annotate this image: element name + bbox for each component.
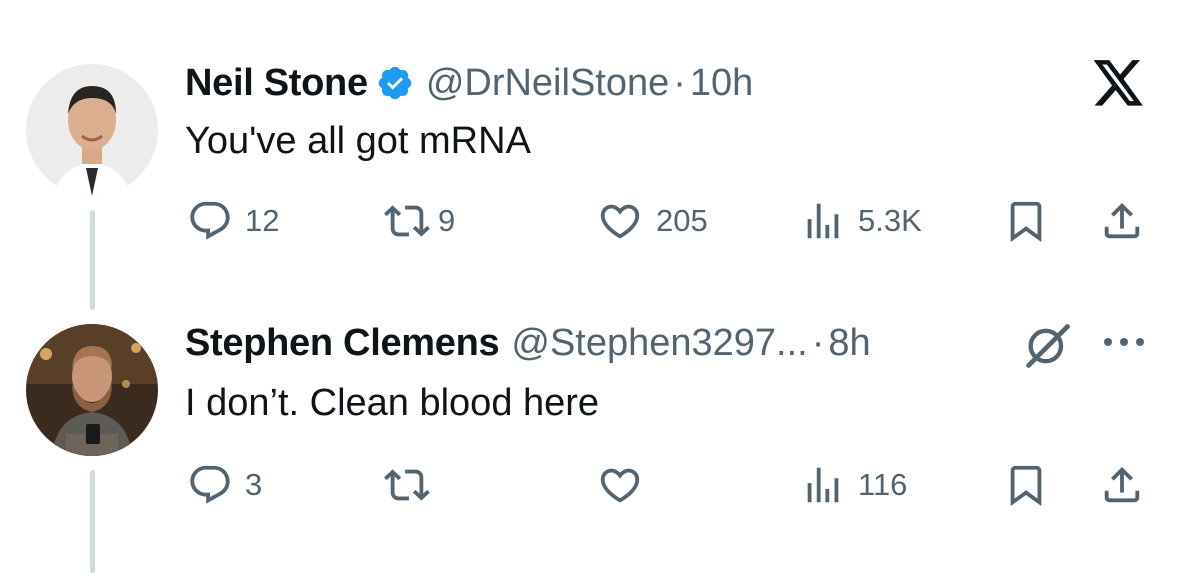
views-button[interactable]: 5.3K [800, 196, 922, 246]
verified-badge-icon [376, 64, 414, 102]
reply-button[interactable]: 3 [187, 460, 262, 510]
views-chart-icon [800, 462, 846, 508]
x-logo-icon[interactable] [1093, 60, 1145, 113]
reply-icon [187, 462, 233, 508]
avatar-stephen-clemens[interactable] [26, 324, 158, 456]
views-chart-icon [800, 198, 846, 244]
tweet-text: I don’t. Clean blood here [185, 382, 600, 424]
timestamp[interactable]: 8h [828, 322, 870, 365]
grok-icon[interactable] [1022, 320, 1074, 377]
repost-icon [382, 462, 432, 508]
repost-icon [382, 198, 432, 244]
share-icon [1099, 462, 1145, 508]
share-button[interactable] [1099, 460, 1145, 510]
separator-dot: · [811, 321, 825, 364]
repost-button[interactable] [382, 460, 432, 510]
bookmark-icon [1003, 462, 1049, 508]
heart-icon [596, 462, 644, 508]
bookmark-icon [1003, 198, 1049, 244]
handle[interactable]: @DrNeilStone [426, 62, 669, 105]
repost-count: 9 [438, 203, 456, 238]
heart-icon [596, 198, 644, 244]
thread-line [90, 470, 95, 573]
share-button[interactable] [1099, 196, 1145, 246]
more-icon[interactable] [1100, 330, 1148, 359]
display-name[interactable]: Stephen Clemens [185, 322, 500, 365]
share-icon [1099, 198, 1145, 244]
like-count: 205 [656, 203, 708, 238]
reply-count: 3 [245, 467, 263, 502]
reply-icon [187, 198, 233, 244]
reply-button[interactable]: 12 [187, 196, 279, 246]
views-count: 116 [858, 467, 908, 502]
tweet-text: You've all got mRNA [185, 120, 531, 162]
thread-line [90, 210, 95, 310]
bookmark-button[interactable] [1003, 460, 1049, 510]
views-count: 5.3K [858, 203, 922, 238]
timestamp[interactable]: 10h [690, 62, 753, 105]
tweet-header: Stephen Clemens @Stephen3297... · 8h [185, 313, 871, 373]
repost-button[interactable]: 9 [382, 196, 455, 246]
display-name[interactable]: Neil Stone [185, 62, 368, 105]
views-button[interactable]: 116 [800, 460, 907, 510]
like-button[interactable] [596, 460, 644, 510]
bookmark-button[interactable] [1003, 196, 1049, 246]
handle[interactable]: @Stephen3297... [511, 322, 807, 365]
avatar-neil-stone[interactable] [26, 64, 158, 196]
like-button[interactable]: 205 [596, 196, 708, 246]
separator-dot: · [673, 61, 686, 104]
tweet-header: Neil Stone @DrNeilStone · 10h [185, 53, 753, 113]
reply-count: 12 [245, 203, 280, 238]
